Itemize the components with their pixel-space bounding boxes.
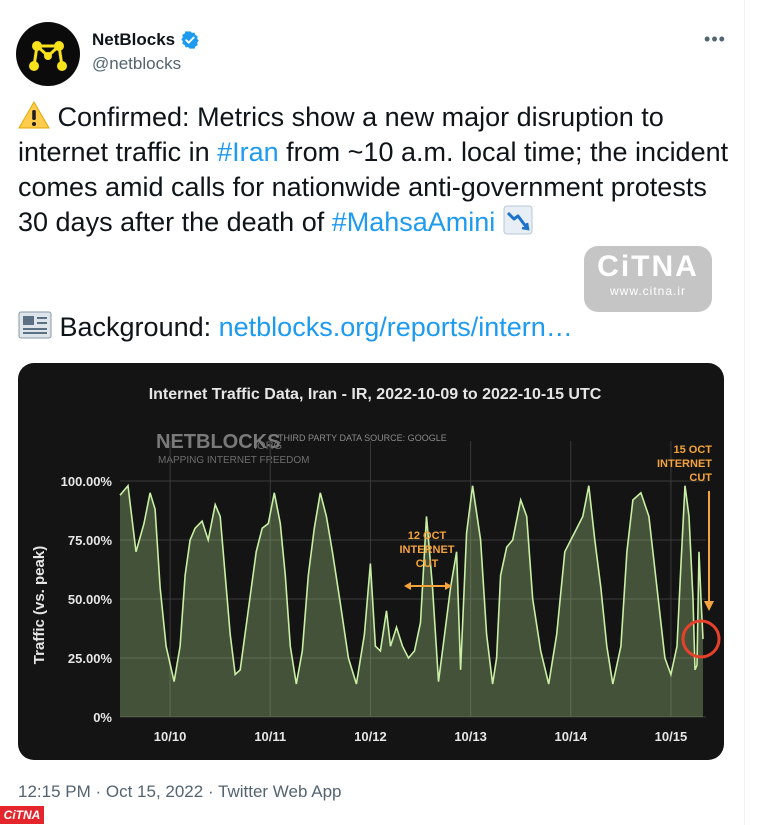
y-tick-label: 50.00%: [68, 592, 113, 607]
author-name-row[interactable]: NetBlocks: [92, 28, 200, 52]
netblocks-brand: NETBLOCKS .ORG MAPPING INTERNET FREEDOM …: [156, 431, 447, 466]
annotation-line: 15 OCT: [673, 444, 712, 456]
x-tick-label: 10/11: [254, 729, 286, 744]
chart-image[interactable]: Internet Traffic Data, Iran - IR, 2022-1…: [18, 363, 724, 760]
author-handle[interactable]: @netblocks: [92, 54, 181, 74]
hashtag-iran[interactable]: #Iran: [217, 137, 279, 167]
chart-decreasing-icon: [503, 205, 533, 235]
citna-watermark: CiTNA www.citna.ir: [584, 246, 712, 312]
annotation-line: INTERNET: [657, 458, 712, 470]
chart-title: Internet Traffic Data, Iran - IR, 2022-1…: [149, 386, 602, 403]
warning-icon: [18, 100, 50, 129]
traffic-area: [120, 485, 703, 717]
citna-corner-logo: CiTNA: [0, 806, 44, 824]
y-tick-label: 0%: [93, 710, 112, 725]
tweet-timestamp[interactable]: 12:15 PM · Oct 15, 2022 · Twitter Web Ap…: [18, 782, 341, 802]
y-axis-label: Traffic (vs. peak): [31, 546, 48, 664]
tweet-text: Confirmed: Metrics show a new major disr…: [18, 100, 730, 240]
y-tick-label: 75.00%: [68, 533, 113, 548]
annotation-line: 12 OCT: [408, 530, 447, 542]
annotation-line: INTERNET: [400, 544, 455, 556]
background-line: Background: netblocks.org/reports/intern…: [18, 310, 573, 345]
citna-logo: CiTNA: [597, 250, 699, 283]
annotation-line: CUT: [689, 472, 712, 484]
hashtag-mahsaamini[interactable]: #MahsaAmini: [332, 207, 496, 237]
display-name[interactable]: NetBlocks: [92, 30, 175, 50]
traffic-chart: Internet Traffic Data, Iran - IR, 2022-1…: [31, 386, 721, 744]
data-source: THIRD PARTY DATA SOURCE: GOOGLE: [278, 433, 447, 443]
x-tick-label: 10/13: [454, 729, 487, 744]
y-tick-label: 100.00%: [61, 474, 113, 489]
annotation-15-oct: 15 OCT INTERNET CUT: [657, 444, 712, 484]
netblocks-logo-icon: [29, 41, 67, 71]
more-icon[interactable]: •••: [700, 24, 730, 54]
background-link[interactable]: netblocks.org/reports/intern…: [219, 312, 573, 342]
netblocks-avatar[interactable]: [16, 22, 80, 86]
annotation-12-oct: 12 OCT INTERNET CUT: [400, 530, 455, 570]
y-tick-label: 25.00%: [68, 651, 113, 666]
y-tick-labels: 0% 25.00% 50.00% 75.00% 100.00%: [61, 474, 113, 725]
x-tick-label: 10/15: [655, 729, 688, 744]
background-label: Background:: [59, 312, 219, 342]
x-tick-label: 10/12: [354, 729, 387, 744]
timeline-border: [744, 0, 745, 825]
down-arrow-15-oct: [704, 491, 714, 611]
x-tick-label: 10/14: [554, 729, 587, 744]
verified-badge-icon: [181, 31, 199, 49]
x-tick-label: 10/10: [154, 729, 187, 744]
annotation-line: CUT: [416, 558, 439, 570]
citna-url: www.citna.ir: [609, 284, 686, 298]
newspaper-icon: [18, 311, 52, 339]
brand-tagline: MAPPING INTERNET FREEDOM: [158, 455, 310, 466]
x-tick-labels: 10/10 10/11 10/12 10/13 10/14 10/15: [154, 729, 687, 744]
